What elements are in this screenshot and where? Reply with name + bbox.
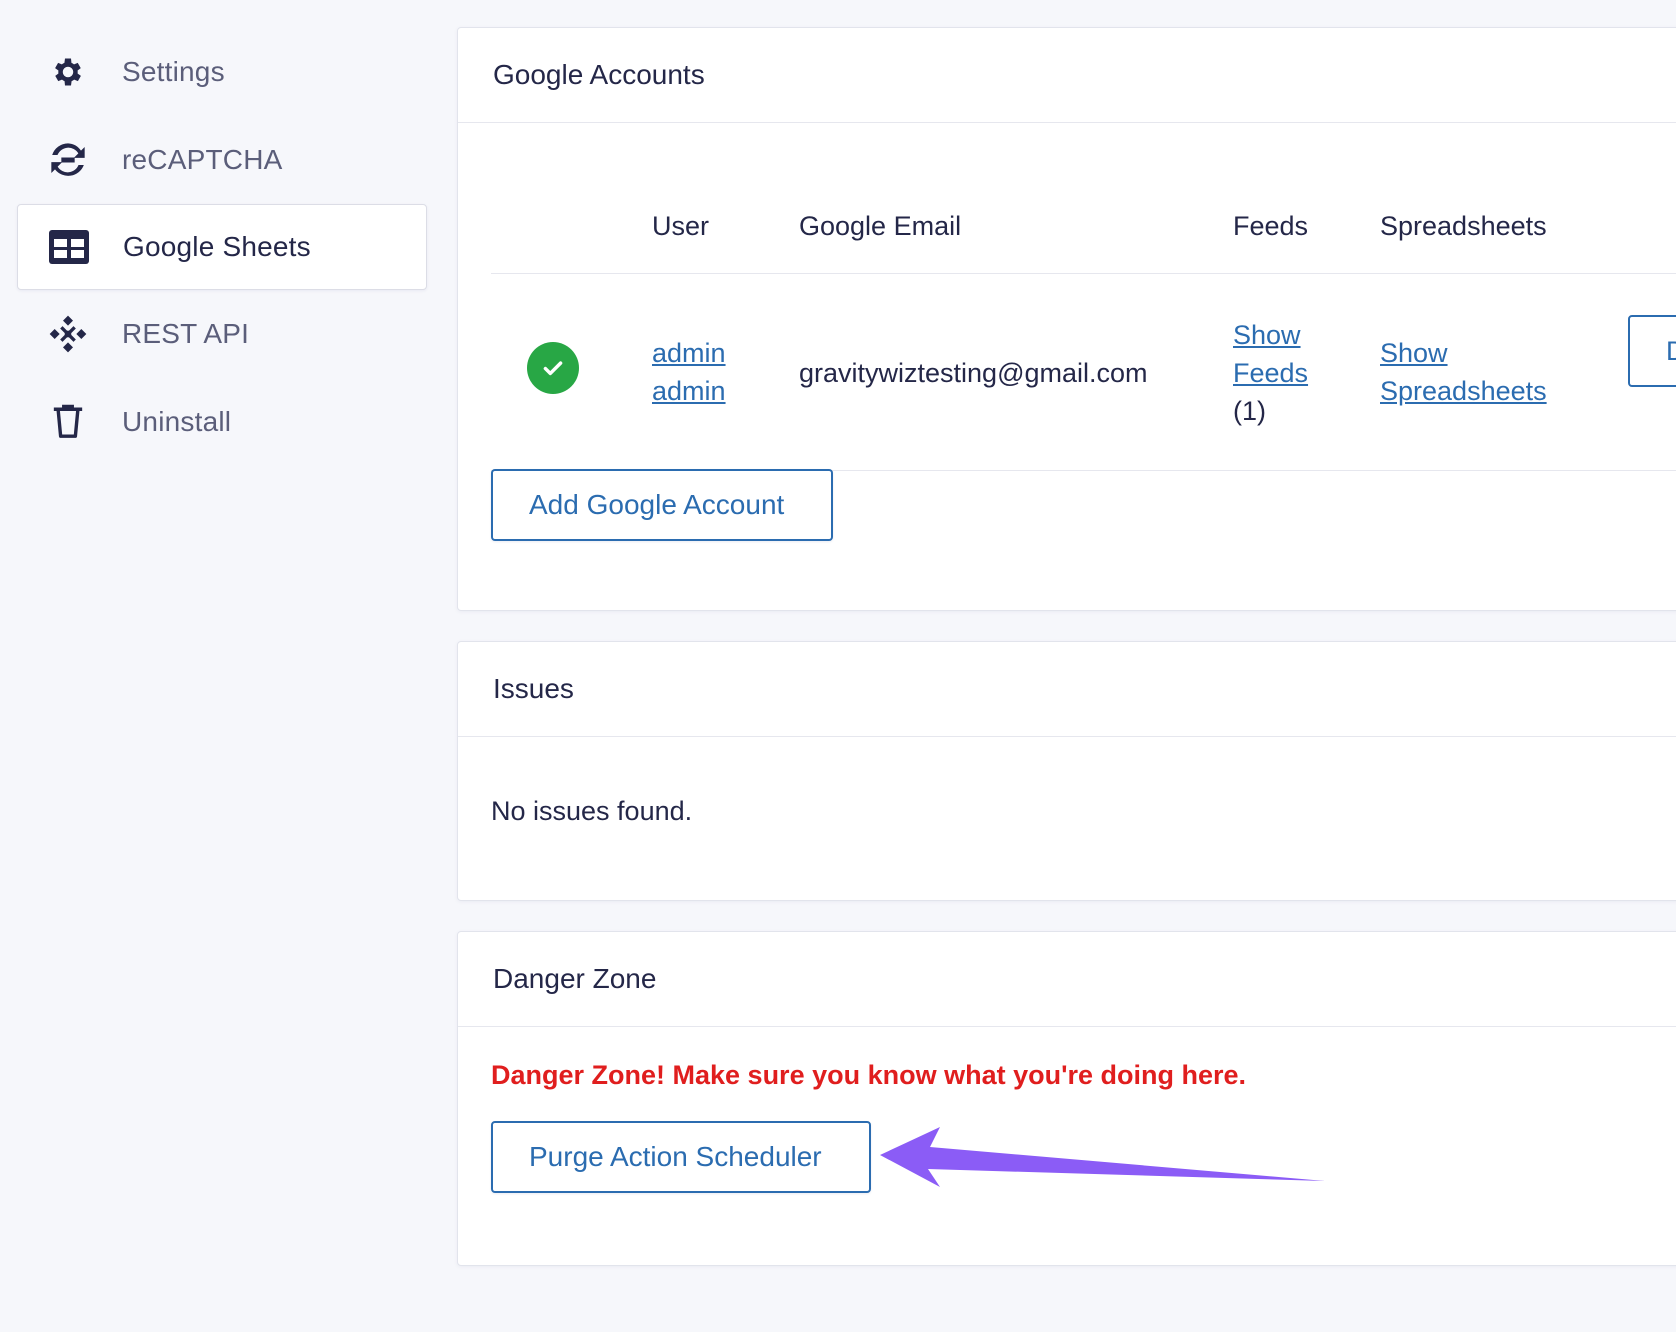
sidebar-item-google-sheets[interactable]: Google Sheets [17,204,427,290]
column-header-user: User [652,211,710,241]
google-accounts-panel: Google Accounts User Google Email Feeds … [457,27,1676,611]
panel-title: Issues [458,642,1676,737]
issues-message: No issues found. [491,796,693,826]
sidebar-item-label: REST API [122,318,250,349]
panel-title: Danger Zone [458,932,1676,1027]
show-feeds-line2: Feeds [1233,358,1309,388]
feeds-count: (1) [1233,396,1266,426]
accounts-table: User Google Email Feeds Spreadsheets adm… [491,153,1676,471]
show-feeds-link[interactable]: Show Feeds [1233,320,1308,388]
sidebar-item-rest-api[interactable]: REST API [17,290,427,378]
show-feeds-line1: Show [1233,320,1301,350]
table-header-row: User Google Email Feeds Spreadsheets [491,153,1676,274]
gear-icon [47,51,89,93]
show-spreadsheets-link[interactable]: Show Spreadsheets [1380,338,1547,406]
sidebar-item-settings[interactable]: Settings [17,28,427,116]
user-link[interactable]: admin admin [652,338,726,406]
user-link-line1: admin [652,338,726,368]
add-google-account-button[interactable]: Add Google Account [491,469,833,541]
trash-icon [47,401,89,443]
danger-zone-panel: Danger Zone Danger Zone! Make sure you k… [457,931,1676,1266]
recaptcha-icon [47,139,89,181]
danger-warning: Danger Zone! Make sure you know what you… [491,1060,1247,1090]
column-header-feeds: Feeds [1233,211,1309,241]
column-header-email: Google Email [799,211,962,241]
google-email: gravitywiztesting@gmail.com [799,358,1148,388]
feeds-cell: Show Feeds (1) [1233,316,1323,430]
sidebar-item-label: reCAPTCHA [122,144,283,175]
user-cell: admin admin [652,334,762,410]
account-action-button[interactable]: D [1628,315,1676,387]
column-header-spreadsheets: Spreadsheets [1380,211,1547,241]
sidebar-nav: Settings reCAPTCHA Google Sheets REST AP… [17,28,427,466]
user-link-line2: admin [652,376,726,406]
sidebar-item-recaptcha[interactable]: reCAPTCHA [17,116,427,204]
table-icon [48,226,90,268]
panel-title: Google Accounts [458,28,1676,123]
table-row: admin admin gravitywiztesting@gmail.com … [491,274,1676,471]
spreadsheets-cell: Show Spreadsheets [1380,334,1580,410]
purge-action-scheduler-button[interactable]: Purge Action Scheduler [491,1121,871,1193]
issues-panel: Issues No issues found. [457,641,1676,901]
checkmark-icon [527,342,579,394]
sidebar-item-label: Settings [122,56,225,87]
sidebar-item-label: Uninstall [122,406,232,437]
sidebar-item-uninstall[interactable]: Uninstall [17,378,427,466]
api-icon [47,313,89,355]
sidebar-item-label: Google Sheets [123,231,311,262]
show-spreadsheets-line2: Spreadsheets [1380,376,1547,406]
show-spreadsheets-line1: Show [1380,338,1448,368]
